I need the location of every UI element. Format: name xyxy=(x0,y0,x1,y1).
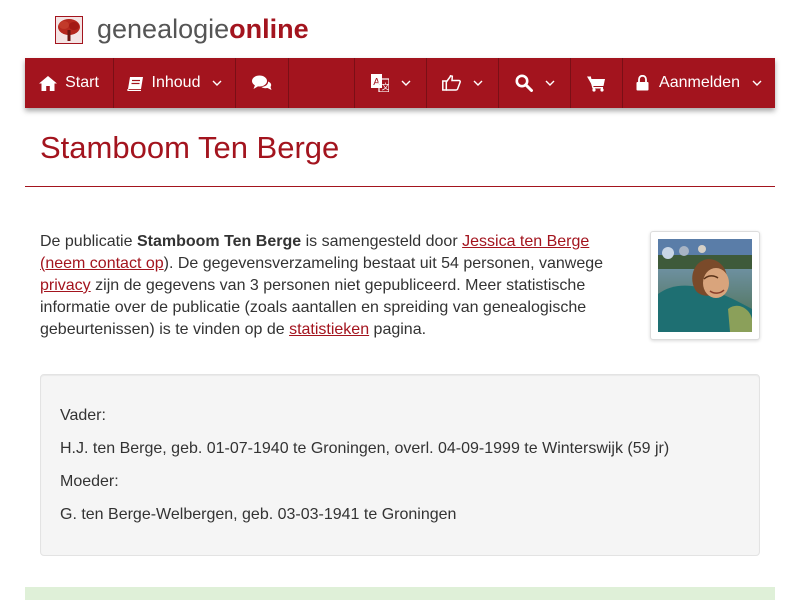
logo-regular-text: genealogie xyxy=(97,14,230,44)
main-navbar: Start Inhoud A文 Aanmelden xyxy=(25,58,775,108)
tree-logo-icon[interactable] xyxy=(55,16,83,44)
statistics-link[interactable]: statistieken xyxy=(289,321,369,338)
publication-intro: De publicatie Stamboom Ten Berge is same… xyxy=(40,231,620,341)
translate-icon: A文 xyxy=(370,74,389,92)
nav-like[interactable] xyxy=(427,58,499,108)
site-header: genealogieonline xyxy=(0,0,800,58)
chevron-down-icon xyxy=(752,80,762,86)
publication-name: Stamboom Ten Berge xyxy=(136,233,302,250)
mother-value: G. ten Berge-Welbergen, geb. 03-03-1941 … xyxy=(60,506,457,523)
logo-bold-text: online xyxy=(229,14,309,44)
father-value: H.J. ten Berge, geb. 01-07-1940 te Groni… xyxy=(60,440,670,457)
svg-text:文: 文 xyxy=(381,82,389,92)
author-photo xyxy=(658,239,752,332)
author-link[interactable]: Jessica ten Berge xyxy=(462,233,589,250)
cart-icon xyxy=(587,75,605,92)
nav-language[interactable]: A文 xyxy=(354,58,427,108)
chevron-down-icon xyxy=(401,80,410,86)
nav-search[interactable] xyxy=(499,58,571,108)
thumbs-up-icon xyxy=(442,75,461,91)
intro-text: pagina. xyxy=(369,321,427,338)
nav-login-label: Aanmelden xyxy=(659,74,740,91)
chat-icon xyxy=(252,75,272,90)
lock-icon xyxy=(636,75,649,91)
site-logo[interactable]: genealogieonline xyxy=(97,12,309,46)
parents-panel: Vader: H.J. ten Berge, geb. 01-07-1940 t… xyxy=(40,374,760,556)
title-divider xyxy=(25,186,775,187)
page-title: Stamboom Ten Berge xyxy=(40,130,340,165)
privacy-link[interactable]: privacy xyxy=(40,277,91,294)
nav-content-label: Inhoud xyxy=(151,74,201,91)
contact-link[interactable]: neem contact op xyxy=(45,255,163,272)
nav-content[interactable]: Inhoud xyxy=(114,58,236,108)
intro-text: is samengesteld door xyxy=(301,233,463,250)
nav-start-label: Start xyxy=(65,74,99,91)
chevron-down-icon xyxy=(212,80,222,86)
father-label: Vader: xyxy=(60,407,106,424)
nav-login[interactable]: Aanmelden xyxy=(623,58,775,108)
nav-start[interactable]: Start xyxy=(25,58,114,108)
nav-cart[interactable] xyxy=(571,58,623,108)
chevron-down-icon xyxy=(473,80,483,86)
book-icon xyxy=(126,76,143,91)
search-icon xyxy=(515,74,533,92)
home-icon xyxy=(39,75,58,91)
intro-text: De publicatie xyxy=(40,233,137,250)
chevron-down-icon xyxy=(545,80,554,86)
intro-text: ). De gegevensverzameling bestaat uit 54… xyxy=(163,255,604,272)
success-alert-band xyxy=(25,587,775,600)
mother-label: Moeder: xyxy=(60,473,119,490)
nav-forum[interactable] xyxy=(236,58,289,108)
author-photo-frame[interactable] xyxy=(650,231,760,340)
